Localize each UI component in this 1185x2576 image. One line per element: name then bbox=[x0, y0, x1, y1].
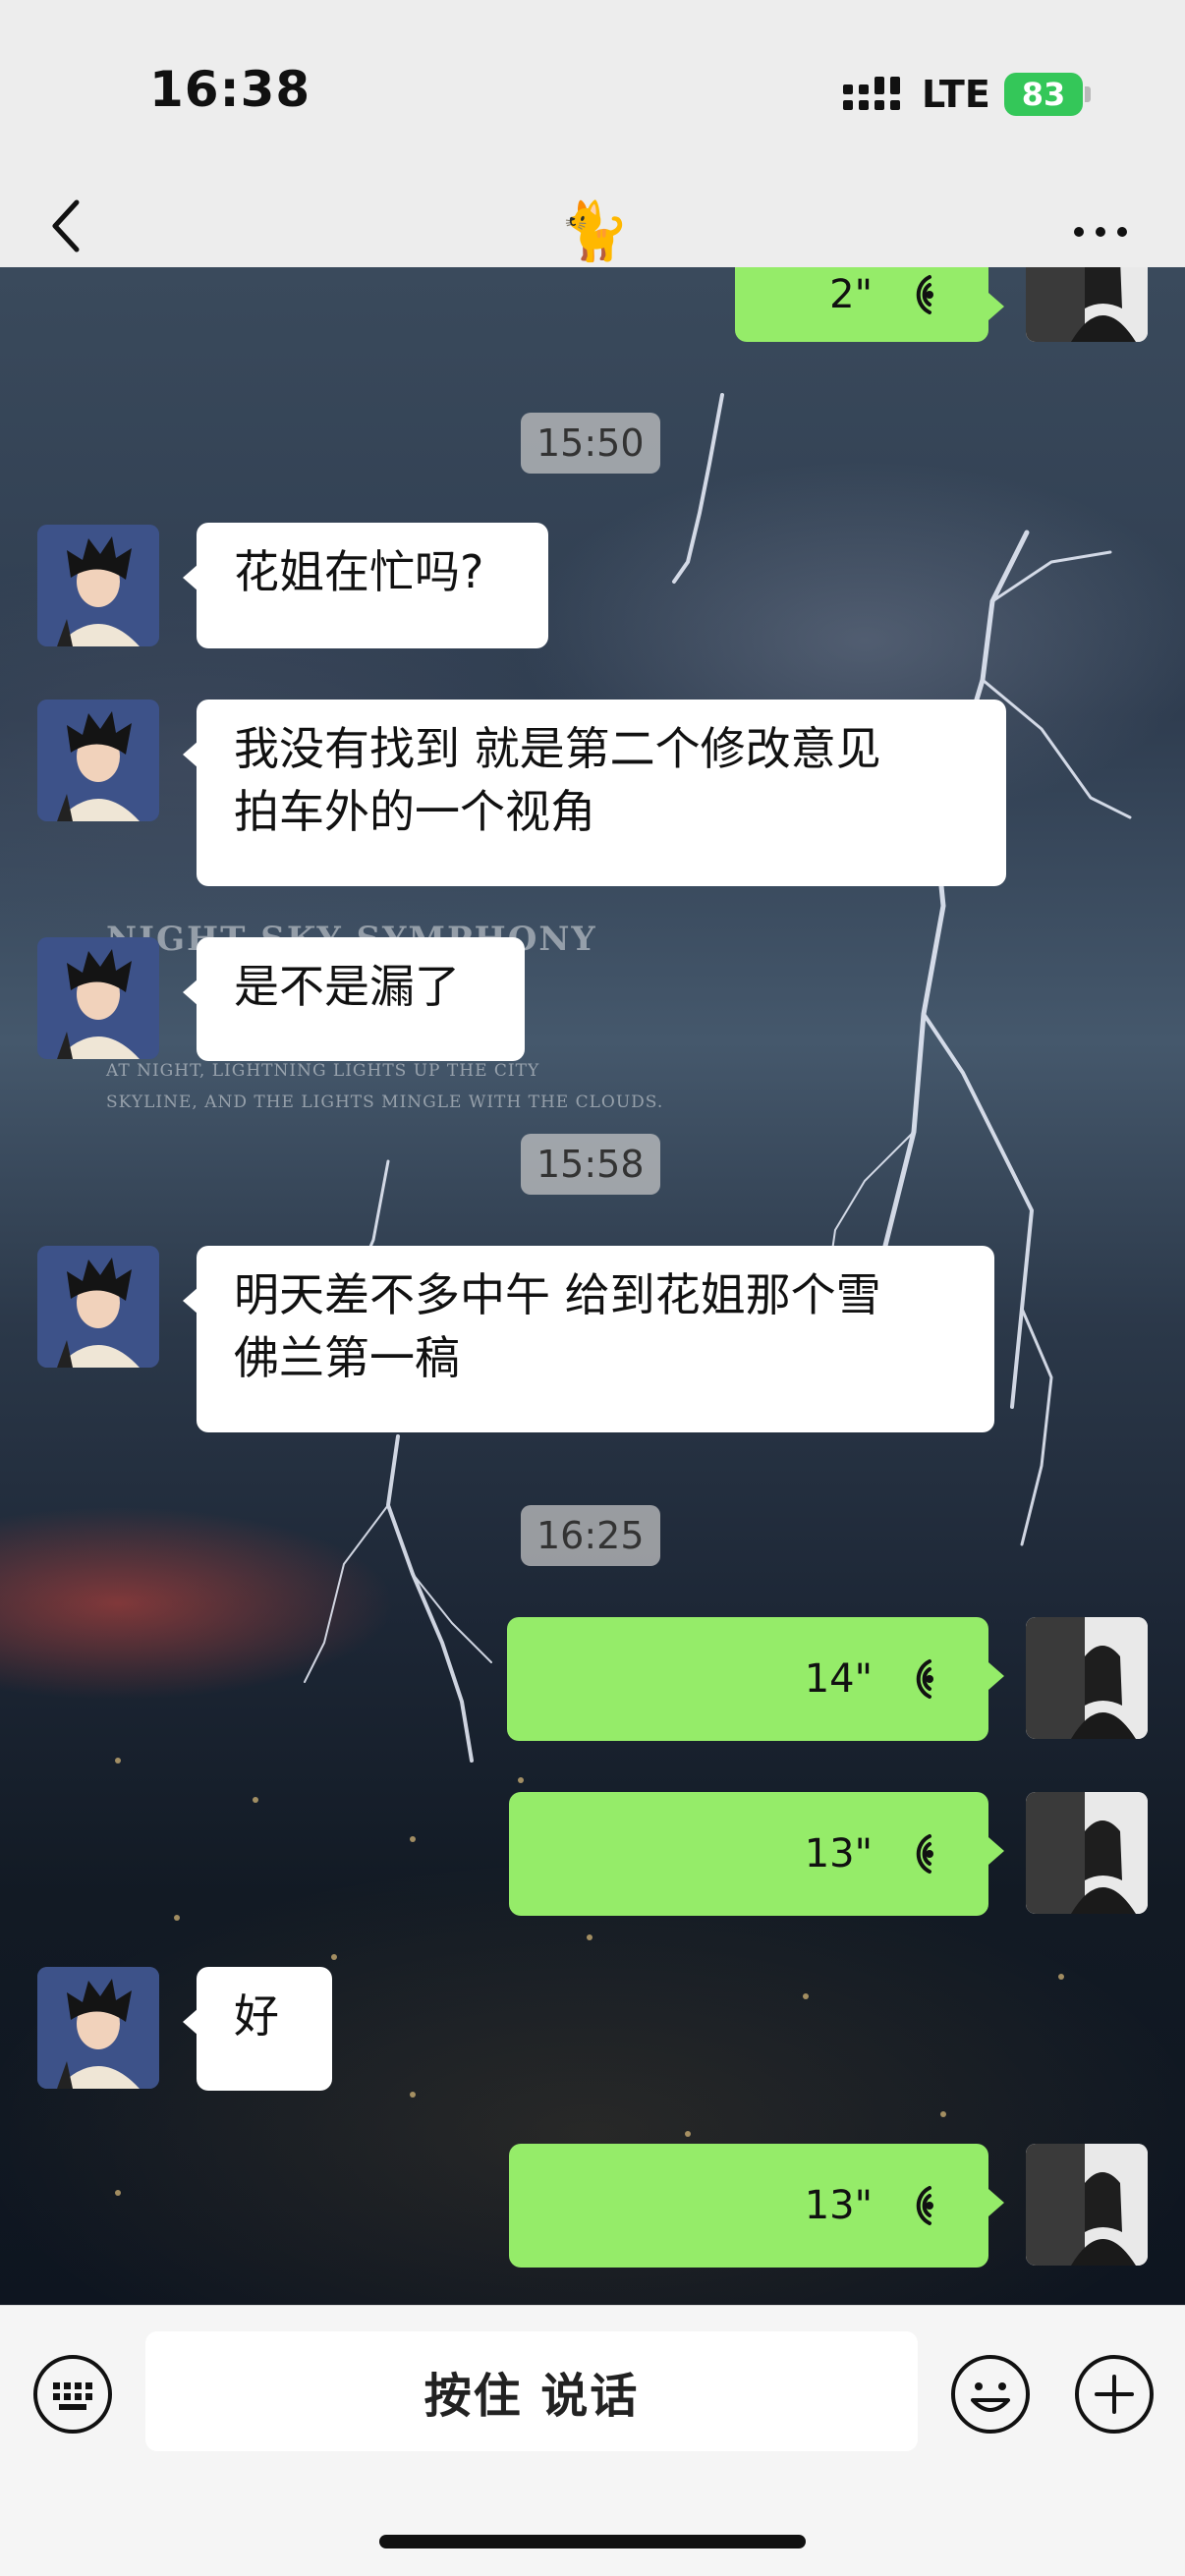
contact-avatar[interactable] bbox=[37, 1246, 159, 1368]
voice-message[interactable]: 13" bbox=[509, 1792, 1004, 1916]
more-icon[interactable] bbox=[1071, 222, 1130, 242]
person-avatar-icon bbox=[1026, 1792, 1148, 1914]
back-icon[interactable] bbox=[47, 196, 86, 255]
watermark-line-2: SKYLINE, AND THE LIGHTS MINGLE WITH THE … bbox=[106, 1092, 664, 1112]
voice-message[interactable]: 2" bbox=[735, 267, 1004, 342]
message-text: 花姐在忙吗? bbox=[234, 545, 484, 598]
contact-avatar[interactable] bbox=[37, 525, 159, 646]
message-text-line: 我没有找到 就是第二个修改意见 bbox=[234, 722, 881, 775]
message-text: 好 bbox=[234, 1989, 279, 2043]
anime-boy-avatar-icon bbox=[37, 700, 159, 821]
message-bubble[interactable]: 是不是漏了 bbox=[183, 937, 525, 1061]
timestamp: 16:25 bbox=[521, 1505, 660, 1566]
battery-level: 83 bbox=[1021, 76, 1066, 113]
message-bubble[interactable]: 我没有找到 就是第二个修改意见 拍车外的一个视角 bbox=[183, 700, 1006, 886]
emoji-icon[interactable] bbox=[949, 2353, 1032, 2436]
voice-wave-icon bbox=[916, 2186, 933, 2225]
chat-title: 🐈 bbox=[558, 197, 631, 264]
voice-wave-icon bbox=[916, 1834, 933, 1874]
anime-boy-avatar-icon bbox=[37, 1967, 159, 2089]
voice-duration: 13" bbox=[804, 1831, 873, 1876]
timestamp: 15:58 bbox=[521, 1134, 660, 1195]
network-type: LTE bbox=[922, 73, 990, 116]
plus-icon[interactable] bbox=[1073, 2353, 1156, 2436]
message-text: 是不是漏了 bbox=[234, 960, 460, 1013]
voice-message[interactable]: 14" bbox=[507, 1617, 1004, 1741]
message-text-line: 明天差不多中午 给到花姐那个雪 bbox=[234, 1268, 881, 1321]
top-bar: 16:38 LTE 83 🐈 bbox=[0, 0, 1185, 267]
watermark-line-1: AT NIGHT, LIGHTNING LIGHTS UP THE CITY bbox=[106, 1061, 540, 1081]
message-bubble[interactable]: 花姐在忙吗? bbox=[183, 523, 548, 648]
person-avatar-icon bbox=[1026, 267, 1148, 342]
voice-wave-icon bbox=[916, 1659, 933, 1699]
person-avatar-icon bbox=[1026, 1617, 1148, 1739]
person-avatar-icon bbox=[1026, 2144, 1148, 2266]
my-avatar[interactable] bbox=[1026, 1792, 1148, 1914]
chat-area[interactable]: NIGHT SKY SYMPHONY AT NIGHT, LIGHTNING L… bbox=[0, 267, 1185, 2305]
anime-boy-avatar-icon bbox=[37, 937, 159, 1059]
contact-avatar[interactable] bbox=[37, 1967, 159, 2089]
hold-to-talk-button[interactable]: 按住 说话 bbox=[145, 2331, 918, 2451]
keyboard-icon[interactable] bbox=[31, 2353, 114, 2436]
signal-icon bbox=[843, 77, 900, 110]
anime-boy-avatar-icon bbox=[37, 1246, 159, 1368]
anime-boy-avatar-icon bbox=[37, 525, 159, 646]
my-avatar[interactable] bbox=[1026, 1617, 1148, 1739]
contact-avatar[interactable] bbox=[37, 937, 159, 1059]
voice-duration: 14" bbox=[804, 1656, 873, 1702]
timestamp: 15:50 bbox=[521, 413, 660, 474]
message-text-line: 拍车外的一个视角 bbox=[234, 785, 595, 838]
battery-tip bbox=[1085, 86, 1091, 102]
my-avatar[interactable] bbox=[1026, 2144, 1148, 2266]
message-text-line: 佛兰第一稿 bbox=[234, 1331, 460, 1384]
voice-duration: 13" bbox=[804, 2183, 873, 2228]
voice-wave-icon bbox=[916, 275, 933, 314]
voice-duration: 2" bbox=[829, 272, 873, 317]
home-indicator[interactable] bbox=[379, 2535, 806, 2548]
voice-message[interactable]: 13" bbox=[509, 2144, 1004, 2268]
my-avatar[interactable] bbox=[1026, 267, 1148, 342]
message-bubble[interactable]: 好 bbox=[183, 1967, 332, 2091]
battery-indicator: 83 bbox=[1004, 73, 1083, 116]
message-bubble[interactable]: 明天差不多中午 给到花姐那个雪 佛兰第一稿 bbox=[183, 1246, 994, 1432]
contact-avatar[interactable] bbox=[37, 700, 159, 821]
status-time: 16:38 bbox=[149, 61, 311, 118]
